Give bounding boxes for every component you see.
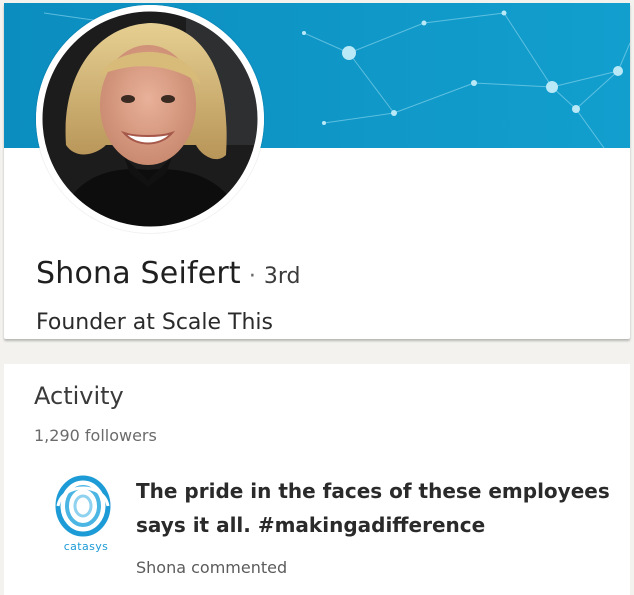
followers-count[interactable]: 1,290 followers — [34, 426, 157, 445]
company-logo[interactable]: catasys — [44, 472, 122, 553]
profile-name-row: Shona Seifert · 3rd — [36, 256, 301, 296]
activity-title: Activity — [34, 382, 124, 410]
post-text[interactable]: The pride in the faces of these employee… — [136, 474, 624, 542]
activity-post[interactable]: catasys The pride in the faces of these … — [34, 468, 624, 588]
profile-avatar[interactable] — [36, 5, 264, 233]
catasys-logo-icon — [55, 475, 111, 537]
profile-name[interactable]: Shona Seifert — [36, 256, 241, 291]
post-text-line-1: The pride in the faces of these employee… — [136, 479, 610, 503]
profile-card: Shona Seifert · 3rd Founder at Scale Thi… — [4, 3, 630, 339]
page: Shona Seifert · 3rd Founder at Scale Thi… — [0, 0, 634, 595]
activity-card: Activity 1,290 followers catasys The pri… — [4, 364, 630, 595]
post-text-line-2: says it all. #makingadifference — [136, 513, 486, 537]
profile-headline: Founder at Scale This — [36, 310, 273, 335]
connection-degree: 3rd — [263, 264, 301, 289]
company-logo-text: catasys — [63, 540, 109, 553]
degree-separator: · — [248, 264, 256, 289]
post-meta: Shona commented — [136, 558, 288, 577]
